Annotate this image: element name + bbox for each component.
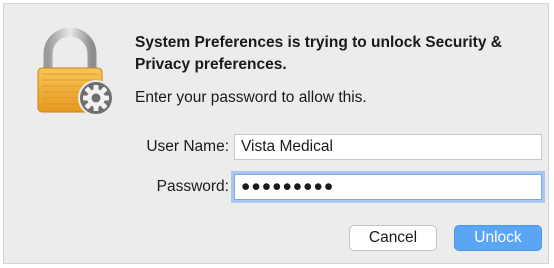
cancel-button[interactable]: Cancel: [349, 225, 437, 251]
authentication-dialog: System Preferences is trying to unlock S…: [3, 3, 549, 264]
password-label: Password:: [156, 178, 229, 195]
username-label: User Name:: [146, 138, 229, 155]
dialog-title: System Preferences is trying to unlock S…: [135, 34, 502, 73]
unlock-button[interactable]: Unlock: [454, 225, 542, 251]
password-field[interactable]: [234, 174, 542, 200]
padlock-with-gear-icon: [37, 28, 114, 116]
username-field[interactable]: [234, 134, 542, 160]
dialog-message: Enter your password to allow this.: [135, 89, 367, 106]
